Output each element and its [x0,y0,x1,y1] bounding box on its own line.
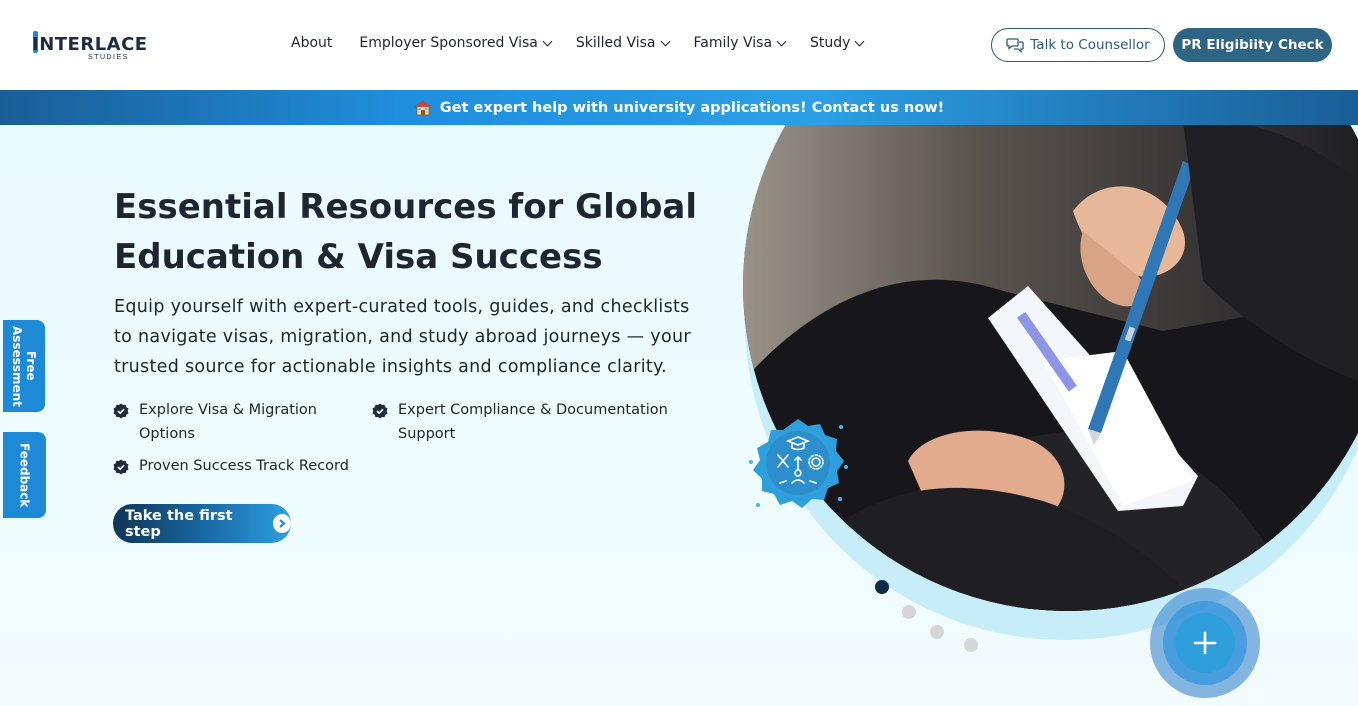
chevron-down-icon [776,36,787,46]
cta-label: Take the first step [125,507,233,540]
nav-item-study[interactable]: Study [810,33,865,53]
verified-check-icon [113,459,129,475]
arrow-right-icon [273,514,291,533]
hero-title-line-1: Essential Resources for Global [114,187,698,227]
hero-title-line-2: Education & Visa Success [114,237,603,277]
feature-label: Explore Visa & Migration Options [139,402,317,442]
feature-item: Proven Success Track Record [113,454,373,478]
nav-item-family-visa[interactable]: Family Visa [693,33,787,53]
nav-item-employer-sponsored-visa[interactable]: Employer Sponsored Visa [359,33,553,53]
chevron-down-icon [542,36,553,46]
floating-action-ring [1163,601,1247,685]
feature-label: Proven Success Track Record [139,458,349,474]
free-assessment-tab[interactable]: Free Assessment [3,320,45,412]
pr-eligibility-button[interactable]: PR Eligibiity Check [1173,28,1332,62]
nav-item-label: Study [810,35,851,51]
feature-item: Explore Visa & Migration Options [113,398,348,446]
take-first-step-button[interactable]: Take the first step [113,504,291,543]
logo[interactable]: INTERLACE STUDIES [32,30,147,62]
nav-item-about[interactable]: About [291,33,332,53]
chevron-down-icon [855,36,865,46]
chat-icon [1006,38,1024,53]
pr-eligibility-label: PR Eligibiity Check [1181,37,1324,53]
graduation-tools-icon [749,419,848,508]
verified-check-icon [372,403,388,419]
carousel-dot-active[interactable] [875,580,889,594]
feedback-label: Feedback [17,442,32,508]
verified-check-icon [113,403,129,419]
plus-icon [1175,613,1235,673]
nav-item-label: Family Visa [693,35,773,51]
floating-action-button[interactable] [1150,588,1260,698]
nav-item-label: About [291,35,333,51]
main-nav: About Employer Sponsored Visa Skilled Vi… [291,33,865,53]
carousel-dot[interactable] [930,625,944,639]
hero-description: Equip yourself with expert-curated tools… [114,297,691,377]
hero-title: Essential Resources for Global Education… [114,182,714,282]
school-icon [413,100,432,115]
hero-section: Essential Resources for Global Education… [0,125,1358,706]
chevron-down-icon [660,36,670,46]
site-header: INTERLACE STUDIES About Employer Sponsor… [0,0,1358,90]
talk-to-counsellor-button[interactable]: Talk to Counsellor [991,28,1165,62]
announcement-text: Get expert help with university applicat… [439,99,945,116]
talk-to-counsellor-label: Talk to Counsellor [1030,37,1150,53]
feature-item: Expert Compliance & Documentation Suppor… [372,398,692,446]
carousel-dot[interactable] [902,605,916,619]
nav-item-label: Skilled Visa [575,35,656,51]
nav-item-label: Employer Sponsored Visa [359,35,538,51]
free-assessment-label: Free Assessment [10,325,38,407]
feature-label: Expert Compliance & Documentation Suppor… [398,402,668,442]
feedback-tab[interactable]: Feedback [3,432,46,518]
carousel-dot[interactable] [964,638,978,652]
education-tools-badge [748,415,848,515]
logo-wordmark: INTERLACE [32,34,148,55]
logo-tagline: STUDIES [88,54,129,61]
announcement-bar[interactable]: Get expert help with university applicat… [0,90,1358,125]
nav-item-skilled-visa[interactable]: Skilled Visa [575,33,670,53]
